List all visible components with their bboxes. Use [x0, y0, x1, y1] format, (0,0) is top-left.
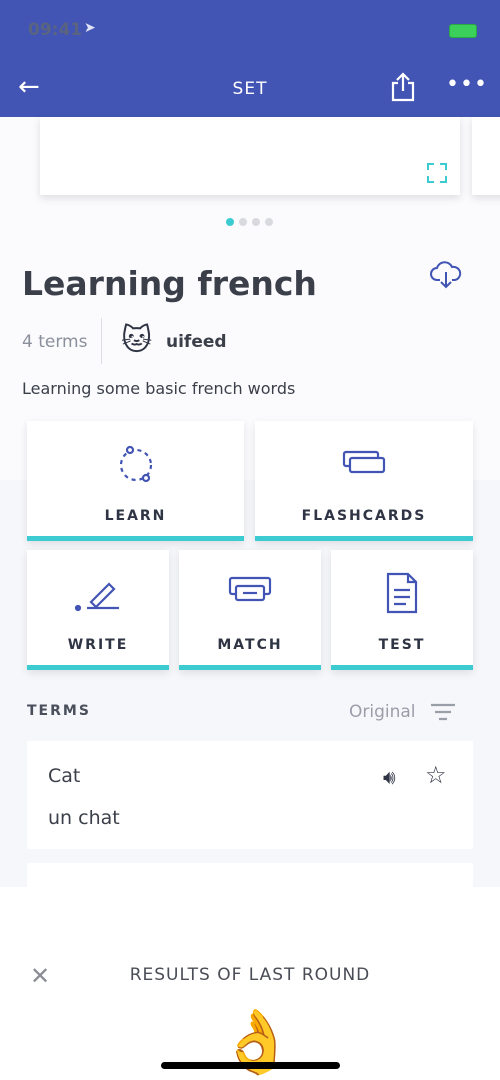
term-card[interactable]: Cat un chat 🔊︎ ☆	[27, 741, 473, 849]
battery-charging-icon	[449, 24, 477, 38]
results-title: RESULTS OF LAST ROUND	[129, 965, 371, 985]
set-title: Learning french	[22, 264, 317, 303]
mode-match[interactable]: MATCH	[179, 550, 321, 670]
avatar[interactable]: 🐱	[121, 323, 152, 358]
mode-test[interactable]: TEST	[331, 550, 473, 670]
star-icon[interactable]: ☆	[425, 761, 447, 789]
flashcard-preview[interactable]	[40, 117, 460, 195]
mode-learn[interactable]: LEARN	[27, 421, 244, 541]
test-icon	[386, 572, 418, 614]
learn-icon	[119, 445, 152, 483]
mode-label: FLASHCARDS	[301, 508, 427, 524]
set-description: Learning some basic french words	[22, 379, 296, 398]
location-arrow-icon: ➤	[84, 20, 96, 36]
term-word: Cat	[48, 765, 81, 787]
home-indicator[interactable]	[161, 1062, 340, 1069]
more-icon[interactable]: •••	[446, 72, 488, 97]
mode-flashcards[interactable]: FLASHCARDS	[255, 421, 473, 541]
carousel-dots	[226, 218, 273, 226]
terms-heading: TERMS	[27, 703, 91, 719]
mode-label: MATCH	[217, 637, 283, 653]
mode-label: LEARN	[104, 508, 167, 524]
username[interactable]: uifeed	[166, 332, 227, 352]
mode-write[interactable]: WRITE	[27, 550, 169, 670]
share-icon[interactable]	[390, 72, 416, 106]
divider	[101, 318, 102, 364]
speaker-icon[interactable]: 🔊︎	[383, 765, 396, 789]
download-cloud-icon[interactable]	[430, 260, 462, 294]
flashcards-icon	[342, 450, 386, 474]
match-icon	[228, 576, 272, 602]
write-icon	[74, 582, 119, 612]
header: 09:41 ➤ ← SET •••	[0, 0, 500, 117]
status-time: 09:41	[28, 20, 83, 40]
page-title: SET	[232, 79, 268, 99]
sort-select[interactable]: Original	[349, 702, 416, 722]
mode-label: WRITE	[67, 637, 129, 653]
terms-count: 4 terms	[22, 332, 88, 352]
flashcard-preview-next[interactable]	[472, 117, 500, 195]
term-definition: un chat	[48, 807, 120, 829]
filter-icon[interactable]	[431, 703, 455, 725]
mode-label: TEST	[378, 637, 426, 653]
